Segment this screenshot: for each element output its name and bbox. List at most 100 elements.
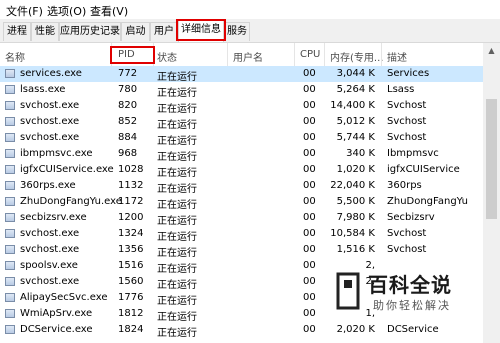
process-memory: 5,744 K bbox=[336, 132, 375, 143]
process-status: 正在运行 bbox=[157, 120, 197, 131]
table-row[interactable]: ibmpmsvc.exe 968 正在运行 00 340 K Ibmpmsvc bbox=[0, 146, 483, 163]
menu-view[interactable]: 查看(V) bbox=[90, 3, 128, 19]
process-cpu: 00 bbox=[303, 180, 316, 191]
process-icon bbox=[5, 101, 15, 110]
process-cpu: 00 bbox=[303, 164, 316, 175]
process-name: services.exe bbox=[20, 68, 82, 79]
column-username[interactable]: 用户名 bbox=[233, 49, 263, 64]
table-row[interactable]: secbizsrv.exe 1200 正在运行 00 7,980 K Secbizsrv bbox=[0, 210, 483, 227]
process-status: 正在运行 bbox=[157, 216, 197, 227]
process-cpu: 00 bbox=[303, 244, 316, 255]
process-status: 正在运行 bbox=[157, 328, 197, 339]
column-divider[interactable] bbox=[381, 43, 382, 66]
menu-bar: 文件(F) 选项(O) 查看(V) bbox=[0, 0, 500, 19]
process-status: 正在运行 bbox=[157, 104, 197, 115]
process-cpu: 00 bbox=[303, 324, 316, 335]
process-status: 正在运行 bbox=[157, 168, 197, 179]
column-status[interactable]: 状态 bbox=[157, 49, 177, 64]
process-pid: 780 bbox=[118, 84, 138, 95]
process-icon bbox=[5, 245, 15, 254]
process-icon bbox=[5, 197, 15, 206]
process-name: svchost.exe bbox=[20, 228, 80, 239]
process-pid: 1812 bbox=[118, 308, 144, 319]
column-divider[interactable] bbox=[227, 43, 228, 66]
process-icon bbox=[5, 69, 15, 78]
process-status: 正在运行 bbox=[157, 248, 197, 259]
process-cpu: 00 bbox=[303, 148, 316, 159]
tab-performance[interactable]: 性能 bbox=[31, 22, 59, 41]
process-description: Svchost bbox=[387, 244, 427, 255]
process-pid: 1324 bbox=[118, 228, 144, 239]
table-row[interactable]: svchost.exe 884 正在运行 00 5,744 K Svchost bbox=[0, 130, 483, 147]
column-name[interactable]: 名称 bbox=[5, 49, 25, 64]
column-memory[interactable]: 内存(专用... bbox=[330, 49, 383, 64]
process-icon bbox=[5, 133, 15, 142]
process-pid: 1132 bbox=[118, 180, 144, 191]
process-name: svchost.exe bbox=[20, 244, 80, 255]
column-cpu[interactable]: CPU bbox=[300, 49, 320, 60]
process-pid: 820 bbox=[118, 100, 138, 111]
process-description: Ibmpmsvc bbox=[387, 148, 439, 159]
tab-services[interactable]: 服务 bbox=[224, 22, 250, 41]
process-icon bbox=[5, 277, 15, 286]
process-name: secbizsrv.exe bbox=[20, 212, 87, 223]
process-status: 正在运行 bbox=[157, 312, 197, 323]
process-description: ZhuDongFangYu bbox=[387, 196, 468, 207]
process-icon bbox=[5, 165, 15, 174]
table-row[interactable]: services.exe 772 正在运行 00 3,044 K Services bbox=[0, 66, 483, 83]
watermark-logo-icon bbox=[336, 272, 360, 310]
table-row[interactable]: svchost.exe 1356 正在运行 00 1,516 K Svchost bbox=[0, 242, 483, 259]
process-status: 正在运行 bbox=[157, 136, 197, 147]
table-row[interactable]: lsass.exe 780 正在运行 00 5,264 K Lsass bbox=[0, 82, 483, 99]
table-row[interactable]: svchost.exe 852 正在运行 00 5,012 K Svchost bbox=[0, 114, 483, 131]
column-divider[interactable] bbox=[324, 43, 325, 66]
process-icon bbox=[5, 213, 15, 222]
table-row[interactable]: 360rps.exe 1132 正在运行 00 22,040 K 360rps bbox=[0, 178, 483, 195]
process-name: igfxCUIService.exe bbox=[20, 164, 114, 175]
process-pid: 884 bbox=[118, 132, 138, 143]
tab-app-history[interactable]: 应用历史记录 bbox=[59, 22, 121, 41]
process-memory: 1,516 K bbox=[336, 244, 375, 255]
process-memory: 3,044 K bbox=[336, 68, 375, 79]
process-memory: 5,012 K bbox=[336, 116, 375, 127]
scroll-thumb[interactable] bbox=[486, 99, 497, 219]
process-pid: 1516 bbox=[118, 260, 144, 271]
process-pid: 1200 bbox=[118, 212, 144, 223]
table-row[interactable]: ZhuDongFangYu.exe 1172 正在运行 00 5,500 K ZhuDon… bbox=[0, 194, 483, 211]
process-cpu: 00 bbox=[303, 116, 316, 127]
process-status: 正在运行 bbox=[157, 152, 197, 163]
process-status: 正在运行 bbox=[157, 232, 197, 243]
menu-file[interactable]: 文件(F) bbox=[6, 3, 43, 19]
column-header: 名称 PID 状态 用户名 CPU 内存(专用... 描述 bbox=[0, 43, 483, 67]
table-row[interactable]: svchost.exe 1324 正在运行 00 10,584 K Svchost bbox=[0, 226, 483, 243]
process-pid: 1824 bbox=[118, 324, 144, 335]
process-icon bbox=[5, 309, 15, 318]
process-memory: 5,500 K bbox=[336, 196, 375, 207]
process-pid: 1356 bbox=[118, 244, 144, 255]
process-cpu: 00 bbox=[303, 276, 316, 287]
tab-users[interactable]: 用户 bbox=[150, 22, 178, 41]
process-cpu: 00 bbox=[303, 212, 316, 223]
table-row[interactable]: svchost.exe 820 正在运行 00 14,400 K Svchost bbox=[0, 98, 483, 115]
process-name: svchost.exe bbox=[20, 100, 80, 111]
column-description[interactable]: 描述 bbox=[387, 49, 407, 64]
process-cpu: 00 bbox=[303, 100, 316, 111]
process-pid: 1560 bbox=[118, 276, 144, 287]
tab-processes[interactable]: 进程 bbox=[3, 22, 31, 41]
process-description: Svchost bbox=[387, 132, 427, 143]
process-cpu: 00 bbox=[303, 308, 316, 319]
column-divider[interactable] bbox=[294, 43, 295, 66]
process-status: 正在运行 bbox=[157, 200, 197, 211]
process-status: 正在运行 bbox=[157, 280, 197, 291]
table-row[interactable]: igfxCUIService.exe 1028 正在运行 00 1,020 K igfxC… bbox=[0, 162, 483, 179]
menu-options[interactable]: 选项(O) bbox=[47, 3, 86, 19]
process-description: Svchost bbox=[387, 228, 427, 239]
watermark: 百科全说 助你轻松解决 bbox=[328, 268, 498, 326]
process-name: svchost.exe bbox=[20, 276, 80, 287]
tab-startup[interactable]: 启动 bbox=[121, 22, 150, 41]
process-cpu: 00 bbox=[303, 84, 316, 95]
scroll-up-icon[interactable]: ▲ bbox=[483, 43, 500, 59]
process-name: svchost.exe bbox=[20, 116, 80, 127]
process-status: 正在运行 bbox=[157, 296, 197, 307]
process-name: ZhuDongFangYu.exe bbox=[20, 196, 122, 207]
